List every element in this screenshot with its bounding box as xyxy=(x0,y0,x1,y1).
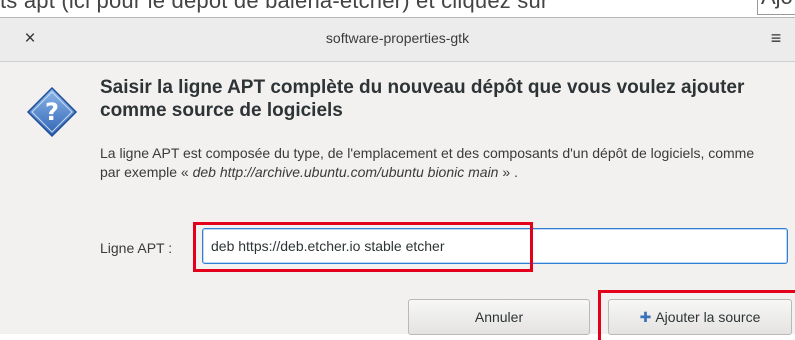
add-source-button-label: Ajouter la source xyxy=(655,309,761,325)
background-inline-button-text: Ajo xyxy=(761,0,793,10)
question-icon: ? xyxy=(26,86,78,138)
apt-line-label: Ligne APT : xyxy=(100,240,173,256)
software-properties-window: × software-properties-gtk ≡ ? Saisir la … xyxy=(0,17,795,340)
titlebar: × software-properties-gtk ≡ xyxy=(0,18,795,62)
background-inline-button: Ajo xyxy=(757,0,795,15)
cancel-button[interactable]: Annuler xyxy=(408,299,590,335)
description-outro: » . xyxy=(498,164,518,180)
description-example: deb http://archive.ubuntu.com/ubuntu bio… xyxy=(192,164,499,180)
apt-line-input[interactable] xyxy=(202,228,788,264)
background-page-strip: ts apt (ici pour le dépôt de balena-etch… xyxy=(0,0,795,18)
svg-text:?: ? xyxy=(45,98,59,126)
window-title: software-properties-gtk xyxy=(325,30,470,46)
add-source-button[interactable]: ✚ Ajouter la source xyxy=(608,299,792,335)
dialog-content: ? Saisir la ligne APT complète du nouvea… xyxy=(0,62,795,340)
cancel-button-label: Annuler xyxy=(474,309,524,325)
hamburger-menu-icon[interactable]: ≡ xyxy=(765,28,787,50)
background-page-text: ts apt (ici pour le dépôt de balena-etch… xyxy=(0,0,549,13)
dialog-heading: Saisir la ligne APT complète du nouveau … xyxy=(100,77,745,121)
dialog-description: La ligne APT est composée du type, de l'… xyxy=(100,144,760,182)
plus-icon: ✚ xyxy=(639,309,652,325)
